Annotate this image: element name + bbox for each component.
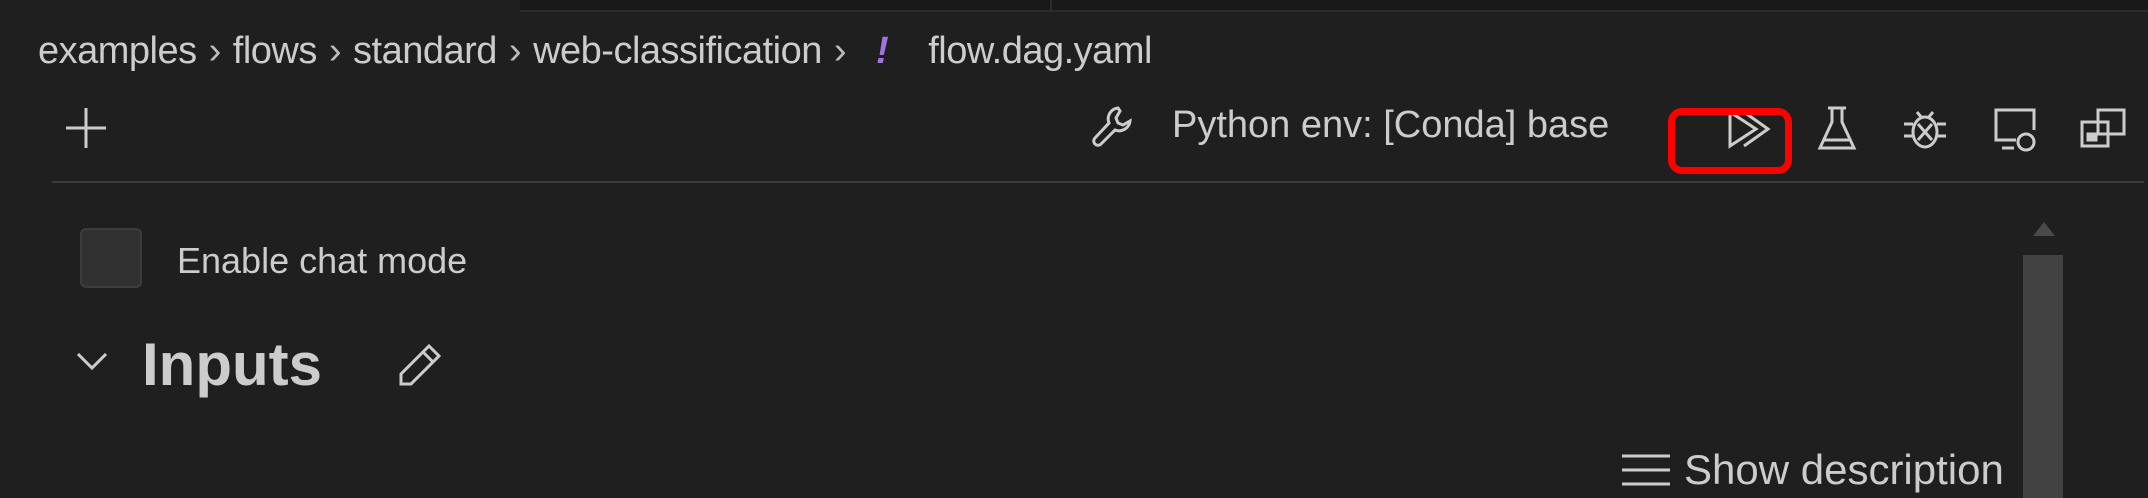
breadcrumb-item-file[interactable]: flow.dag.yaml [928,30,1152,73]
pencil-icon[interactable] [395,340,445,390]
wrench-icon[interactable] [1090,104,1134,148]
chat-mode-label: Enable chat mode [177,240,468,281]
scrollbar-thumb[interactable] [2023,255,2063,498]
remote-screen-icon[interactable] [1990,104,2040,154]
yaml-exclamation-icon: ! [876,30,889,72]
scroll-up-arrow[interactable] [2033,222,2055,236]
breadcrumb-item-web-classification[interactable]: web-classification [533,30,822,73]
show-description-label: Show description [1684,446,2004,493]
breadcrumb-item-examples[interactable]: examples [38,30,197,73]
menu-lines-icon [1622,454,1670,486]
debug-bug-icon[interactable] [1900,104,1950,154]
plus-icon[interactable] [62,104,110,152]
breadcrumb-item-flows[interactable]: flows [233,30,318,73]
breadcrumb-separator: › [328,30,342,72]
breadcrumb-separator: › [508,30,522,72]
inputs-heading: Inputs [142,331,322,398]
highlight-box [1668,108,1792,174]
breadcrumb: examples › flows › standard › web-classi… [38,30,1152,73]
layout-icon[interactable] [2078,104,2128,154]
breadcrumb-separator: › [833,30,847,72]
editor-tab-strip [520,0,2148,12]
tab-divider [1050,0,1052,10]
show-description-button[interactable]: Show description [1620,446,2004,494]
test-flask-icon[interactable] [1812,104,1862,154]
breadcrumb-item-standard[interactable]: standard [353,30,497,73]
chat-mode-checkbox[interactable] [80,228,142,288]
chevron-down-icon[interactable] [72,344,112,380]
breadcrumb-separator: › [208,30,222,72]
toolbar-divider [52,181,2144,183]
python-env-selector[interactable]: Python env: [Conda] base [1172,104,1667,147]
